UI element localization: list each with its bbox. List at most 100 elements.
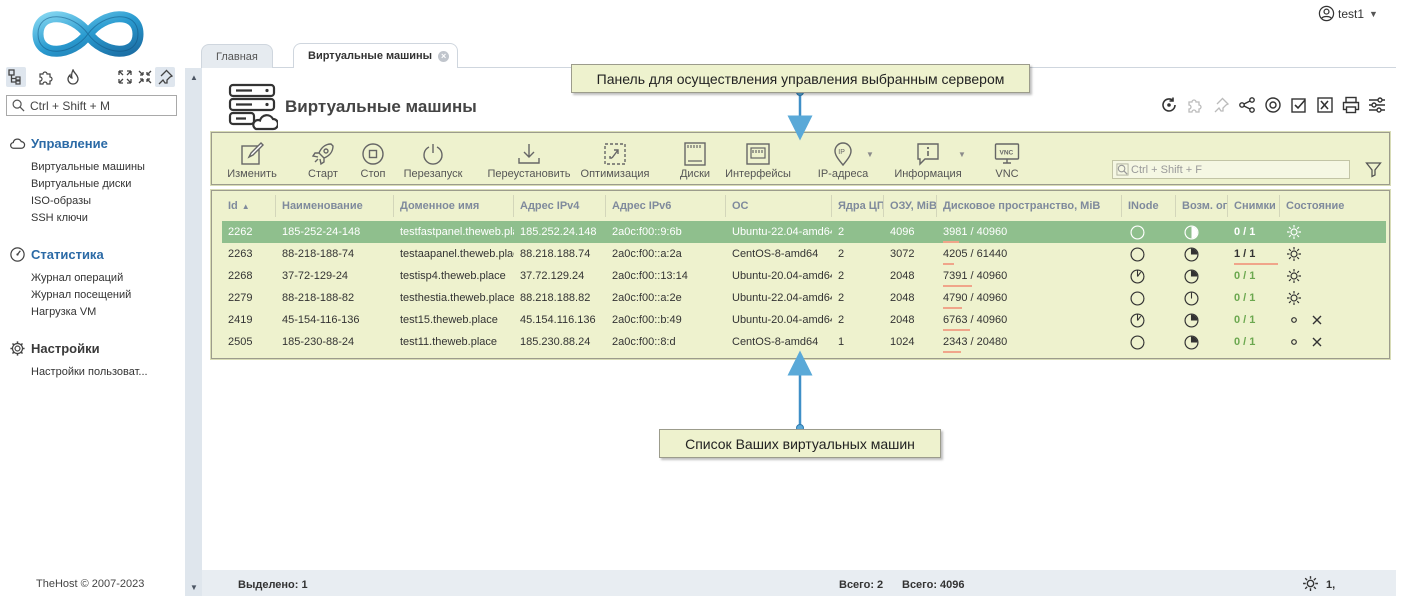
edit-button[interactable]: Изменить (212, 141, 292, 180)
sidebar-search[interactable] (6, 95, 177, 116)
table-search-input[interactable] (1131, 163, 1331, 176)
column-header-snapshots[interactable]: Снимки (1228, 195, 1280, 217)
filter-icon[interactable] (1365, 161, 1382, 178)
expand-icon[interactable] (115, 67, 135, 87)
sidebar-item-virtual-machines[interactable]: Виртуальные машины (31, 161, 145, 173)
settings-sliders-icon[interactable] (1368, 96, 1386, 114)
sidebar-item-operations-log[interactable]: Журнал операций (31, 272, 123, 284)
cell-ipv4-text: 88.218.188.74 (520, 248, 591, 260)
stopped-state-icon (1291, 315, 1322, 325)
table-search[interactable] (1112, 160, 1350, 179)
tab-virtual-machines[interactable]: Виртуальные машины × (293, 43, 459, 68)
table-row[interactable]: 2279 88-218-188-82 testhestia.theweb.place… (222, 287, 1386, 309)
ip-addresses-button[interactable]: IP IP-адреса ▼ (803, 141, 883, 180)
cell-ipv4-text: 45.154.116.136 (520, 314, 596, 326)
table-row[interactable]: 2268 37-72-129-24 testisp4.theweb.place 37.… (222, 265, 1386, 287)
logo[interactable] (32, 6, 144, 62)
cell-cpu-text: 2 (838, 270, 845, 282)
sidebar-item-ssh-keys[interactable]: SSH ключи (31, 212, 88, 224)
table-row[interactable]: 2419 45-154-116-136 test15.theweb.place 45.… (222, 309, 1386, 331)
section-statistics[interactable]: Статистика (9, 246, 104, 263)
column-header-name[interactable]: Наименование (276, 195, 394, 217)
interfaces-button[interactable]: Интерфейсы (718, 141, 798, 180)
column-header-ipv4[interactable]: Адрес IPv4 (514, 195, 606, 217)
status-bar: Выделено: 1 Всего: 2 Всего: 4096 1, (202, 570, 1396, 596)
column-header-os[interactable]: ОС (726, 195, 832, 217)
cell-disk: 3981 / 40960 (937, 221, 1122, 243)
cell-os: Ubuntu-20.04-amd64 (726, 265, 832, 287)
pin-icon[interactable] (155, 67, 175, 87)
puzzle-icon[interactable] (35, 67, 55, 87)
column-header-id[interactable]: Id ▲ (222, 195, 276, 217)
column-header-ipv6[interactable]: Адрес IPv6 (606, 195, 726, 217)
tree-view-icon[interactable] (6, 67, 26, 87)
cell-snapshots: 0 / 1 (1228, 221, 1280, 243)
cell-ipv6-text: 2a0c:f00::13:14 (612, 270, 688, 282)
scroll-up-icon[interactable]: ▲ (190, 73, 198, 82)
table-row[interactable]: 2505 185-230-88-24 test11.theweb.place 185.… (222, 331, 1386, 353)
sidebar-item-user-settings[interactable]: Настройки пользоват... (31, 366, 148, 378)
refresh-icon[interactable] (1160, 96, 1178, 114)
optimize-button[interactable]: Оптимизация (575, 141, 655, 180)
column-header-disk[interactable]: Дисковое пространство, MiB (937, 195, 1122, 217)
ip-addresses-label: IP-адреса (817, 168, 869, 180)
cell-name-text: 185-252-24-148 (282, 226, 361, 238)
section-management[interactable]: Управление (9, 135, 108, 152)
cell-domain: testaapanel.theweb.place (394, 243, 514, 265)
info-label: Информация (894, 168, 962, 180)
excel-icon[interactable] (1316, 96, 1334, 114)
cell-ram-text: 2048 (890, 270, 915, 282)
record-icon[interactable] (1264, 96, 1282, 114)
column-header-ops[interactable]: Возм. оп (1176, 195, 1228, 217)
sidebar-item-visits-log[interactable]: Журнал посещений (31, 289, 131, 301)
sidebar-scrollbar[interactable]: ▲ ▼ (185, 68, 202, 596)
puzzle-icon[interactable] (1186, 96, 1204, 114)
cell-os: CentOS-8-amd64 (726, 331, 832, 353)
column-header-ram[interactable]: ОЗУ, MiB (884, 195, 937, 217)
section-settings[interactable]: Настройки (9, 340, 100, 357)
reinstall-button[interactable]: Переустановить (488, 141, 571, 180)
column-header-inode[interactable]: INode (1122, 195, 1176, 217)
collapse-icon[interactable] (135, 67, 155, 87)
cell-name-text: 45-154-116-136 (282, 314, 360, 326)
cell-ipv6: 2a0c:f00::b:49 (606, 309, 726, 331)
cell-inode (1122, 221, 1176, 243)
ops-pie-icon (1184, 247, 1199, 262)
column-header-cpu[interactable]: Ядра ЦП (832, 195, 884, 217)
cell-domain-text: testisp4.theweb.place (400, 270, 506, 282)
cell-os: CentOS-8-amd64 (726, 243, 832, 265)
cell-snapshots: 1 / 1 (1228, 243, 1280, 265)
column-header-state[interactable]: Состояние (1280, 195, 1380, 217)
pin-icon[interactable] (1212, 96, 1230, 114)
close-icon[interactable]: × (438, 50, 450, 62)
cell-ram: 2048 (884, 265, 937, 287)
fire-icon[interactable] (63, 67, 83, 87)
chevron-down-icon: ▼ (1369, 8, 1378, 19)
cell-disk-text: 3981 / 40960 (943, 226, 1008, 238)
restart-icon (423, 144, 443, 165)
checklist-icon[interactable] (1290, 96, 1308, 114)
print-icon[interactable] (1342, 96, 1360, 114)
cell-ipv4-text: 88.218.188.82 (520, 292, 591, 304)
info-button[interactable]: Информация ▼ (888, 141, 968, 180)
table-row[interactable]: 2263 88-218-188-74 testaapanel.theweb.plac… (222, 243, 1386, 265)
sun-icon (1302, 575, 1319, 595)
table-row[interactable]: 2262 185-252-24-148 testfastpanel.theweb.p… (222, 221, 1386, 243)
tab-home-label: Главная (216, 50, 258, 63)
disk-icon (684, 142, 706, 166)
running-sun-icon (1287, 225, 1301, 239)
vnc-button[interactable]: VNC VNC (967, 141, 1047, 180)
sidebar-item-iso[interactable]: ISO-образы (31, 195, 91, 207)
vnc-monitor-icon: VNC (994, 143, 1020, 164)
share-icon[interactable] (1238, 96, 1256, 114)
sidebar-item-virtual-disks[interactable]: Виртуальные диски (31, 178, 131, 190)
column-header-domain[interactable]: Доменное имя (394, 195, 514, 217)
sidebar-search-input[interactable] (30, 98, 170, 113)
user-menu[interactable]: test1 ▼ (1318, 5, 1378, 22)
restart-button[interactable]: Перезапуск (393, 141, 473, 180)
cell-id: 2262 (222, 221, 276, 243)
scroll-down-icon[interactable]: ▼ (190, 583, 198, 592)
status-total-cpu: Всего: 2 (839, 579, 884, 591)
sidebar-item-vm-load[interactable]: Нагрузка VM (31, 306, 96, 318)
tab-home[interactable]: Главная (201, 44, 273, 68)
